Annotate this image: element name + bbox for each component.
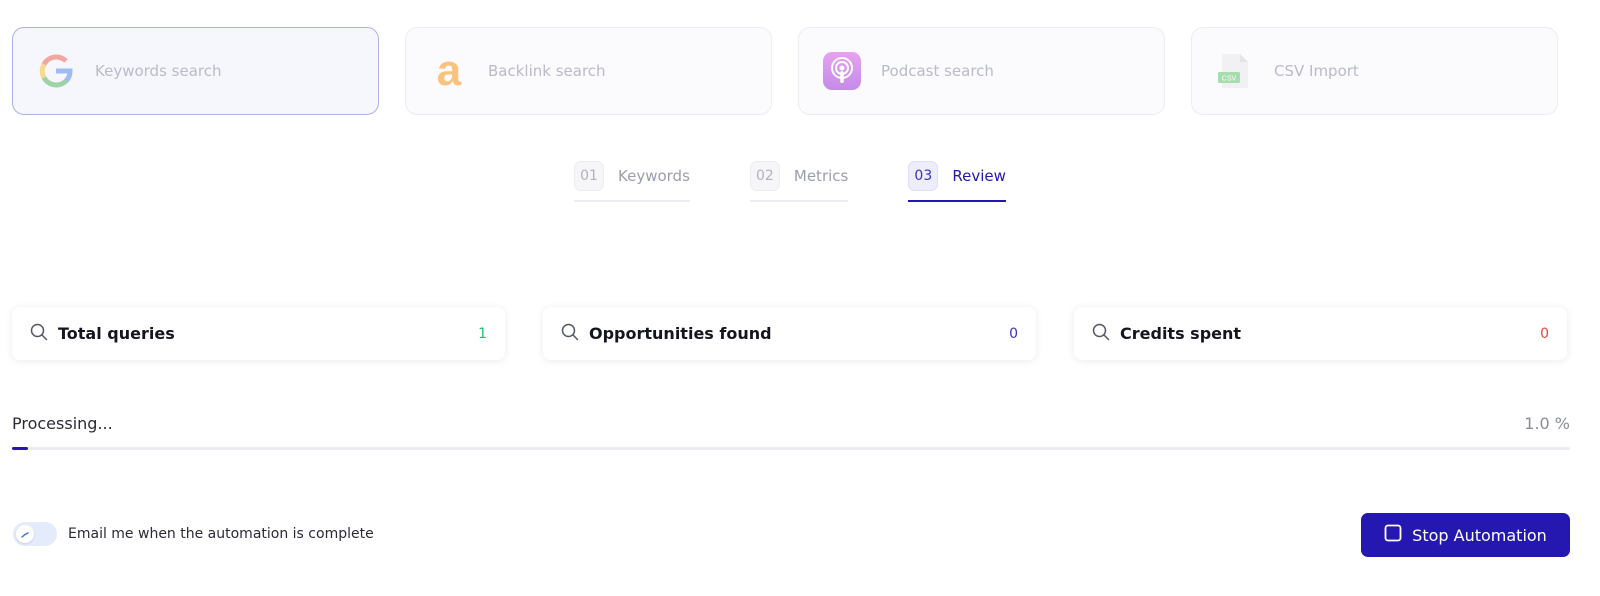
email-toggle-label: Email me when the automation is complete — [68, 526, 374, 542]
check-icon — [20, 525, 30, 544]
stat-value: 1 — [478, 325, 487, 342]
step-review[interactable]: 03 Review — [908, 160, 1006, 202]
stat-label: Total queries — [58, 324, 175, 343]
step-keywords[interactable]: 01 Keywords — [574, 160, 690, 202]
stop-icon — [1384, 524, 1402, 546]
step-label: Review — [952, 167, 1006, 185]
search-icon — [561, 323, 579, 345]
progress-bar — [12, 447, 1570, 450]
search-icon — [1092, 323, 1110, 345]
step-number: 03 — [908, 161, 939, 191]
toggle-knob — [16, 525, 34, 543]
step-label: Metrics — [793, 167, 849, 185]
stat-value: 0 — [1009, 325, 1018, 342]
step-number: 02 — [749, 161, 780, 191]
source-card-csv[interactable]: CSV CSV Import — [1191, 27, 1558, 115]
google-icon — [37, 52, 75, 90]
stop-button-label: Stop Automation — [1412, 525, 1547, 545]
stat-label: Credits spent — [1120, 324, 1242, 343]
source-cards: Keywords search a Backlink search Podcas… — [12, 27, 1558, 115]
source-card-podcast[interactable]: Podcast search — [798, 27, 1165, 115]
csv-file-icon: CSV — [1216, 52, 1254, 90]
stat-credits-spent: Credits spent 0 — [1074, 307, 1567, 360]
source-card-keywords[interactable]: Keywords search — [12, 27, 379, 115]
email-toggle[interactable] — [13, 522, 57, 546]
svg-text:CSV: CSV — [1222, 76, 1237, 83]
stat-opportunities-found: Opportunities found 0 — [543, 307, 1036, 360]
step-tabs: 01 Keywords 02 Metrics 03 Review — [574, 160, 1006, 202]
stat-label: Opportunities found — [589, 324, 772, 343]
stat-value: 0 — [1540, 325, 1549, 342]
source-label: Backlink search — [488, 62, 606, 80]
source-card-backlink[interactable]: a Backlink search — [405, 27, 772, 115]
source-label: Keywords search — [95, 62, 222, 80]
stat-total-queries: Total queries 1 — [12, 307, 505, 360]
source-label: CSV Import — [1274, 62, 1359, 80]
source-label: Podcast search — [881, 62, 994, 80]
step-number: 01 — [574, 161, 604, 191]
podcast-icon — [823, 52, 861, 90]
svg-text:a: a — [437, 52, 462, 90]
processing-status: Processing... — [12, 414, 113, 433]
progress-bar-fill — [12, 447, 28, 450]
progress-percent: 1.0 % — [1524, 414, 1570, 433]
amazon-icon: a — [430, 52, 468, 90]
stop-automation-button[interactable]: Stop Automation — [1361, 513, 1570, 557]
stats-row: Total queries 1 Opportunities found 0 Cr… — [12, 307, 1567, 360]
step-metrics[interactable]: 02 Metrics — [749, 160, 849, 202]
search-icon — [30, 323, 48, 345]
step-label: Keywords — [618, 167, 690, 185]
